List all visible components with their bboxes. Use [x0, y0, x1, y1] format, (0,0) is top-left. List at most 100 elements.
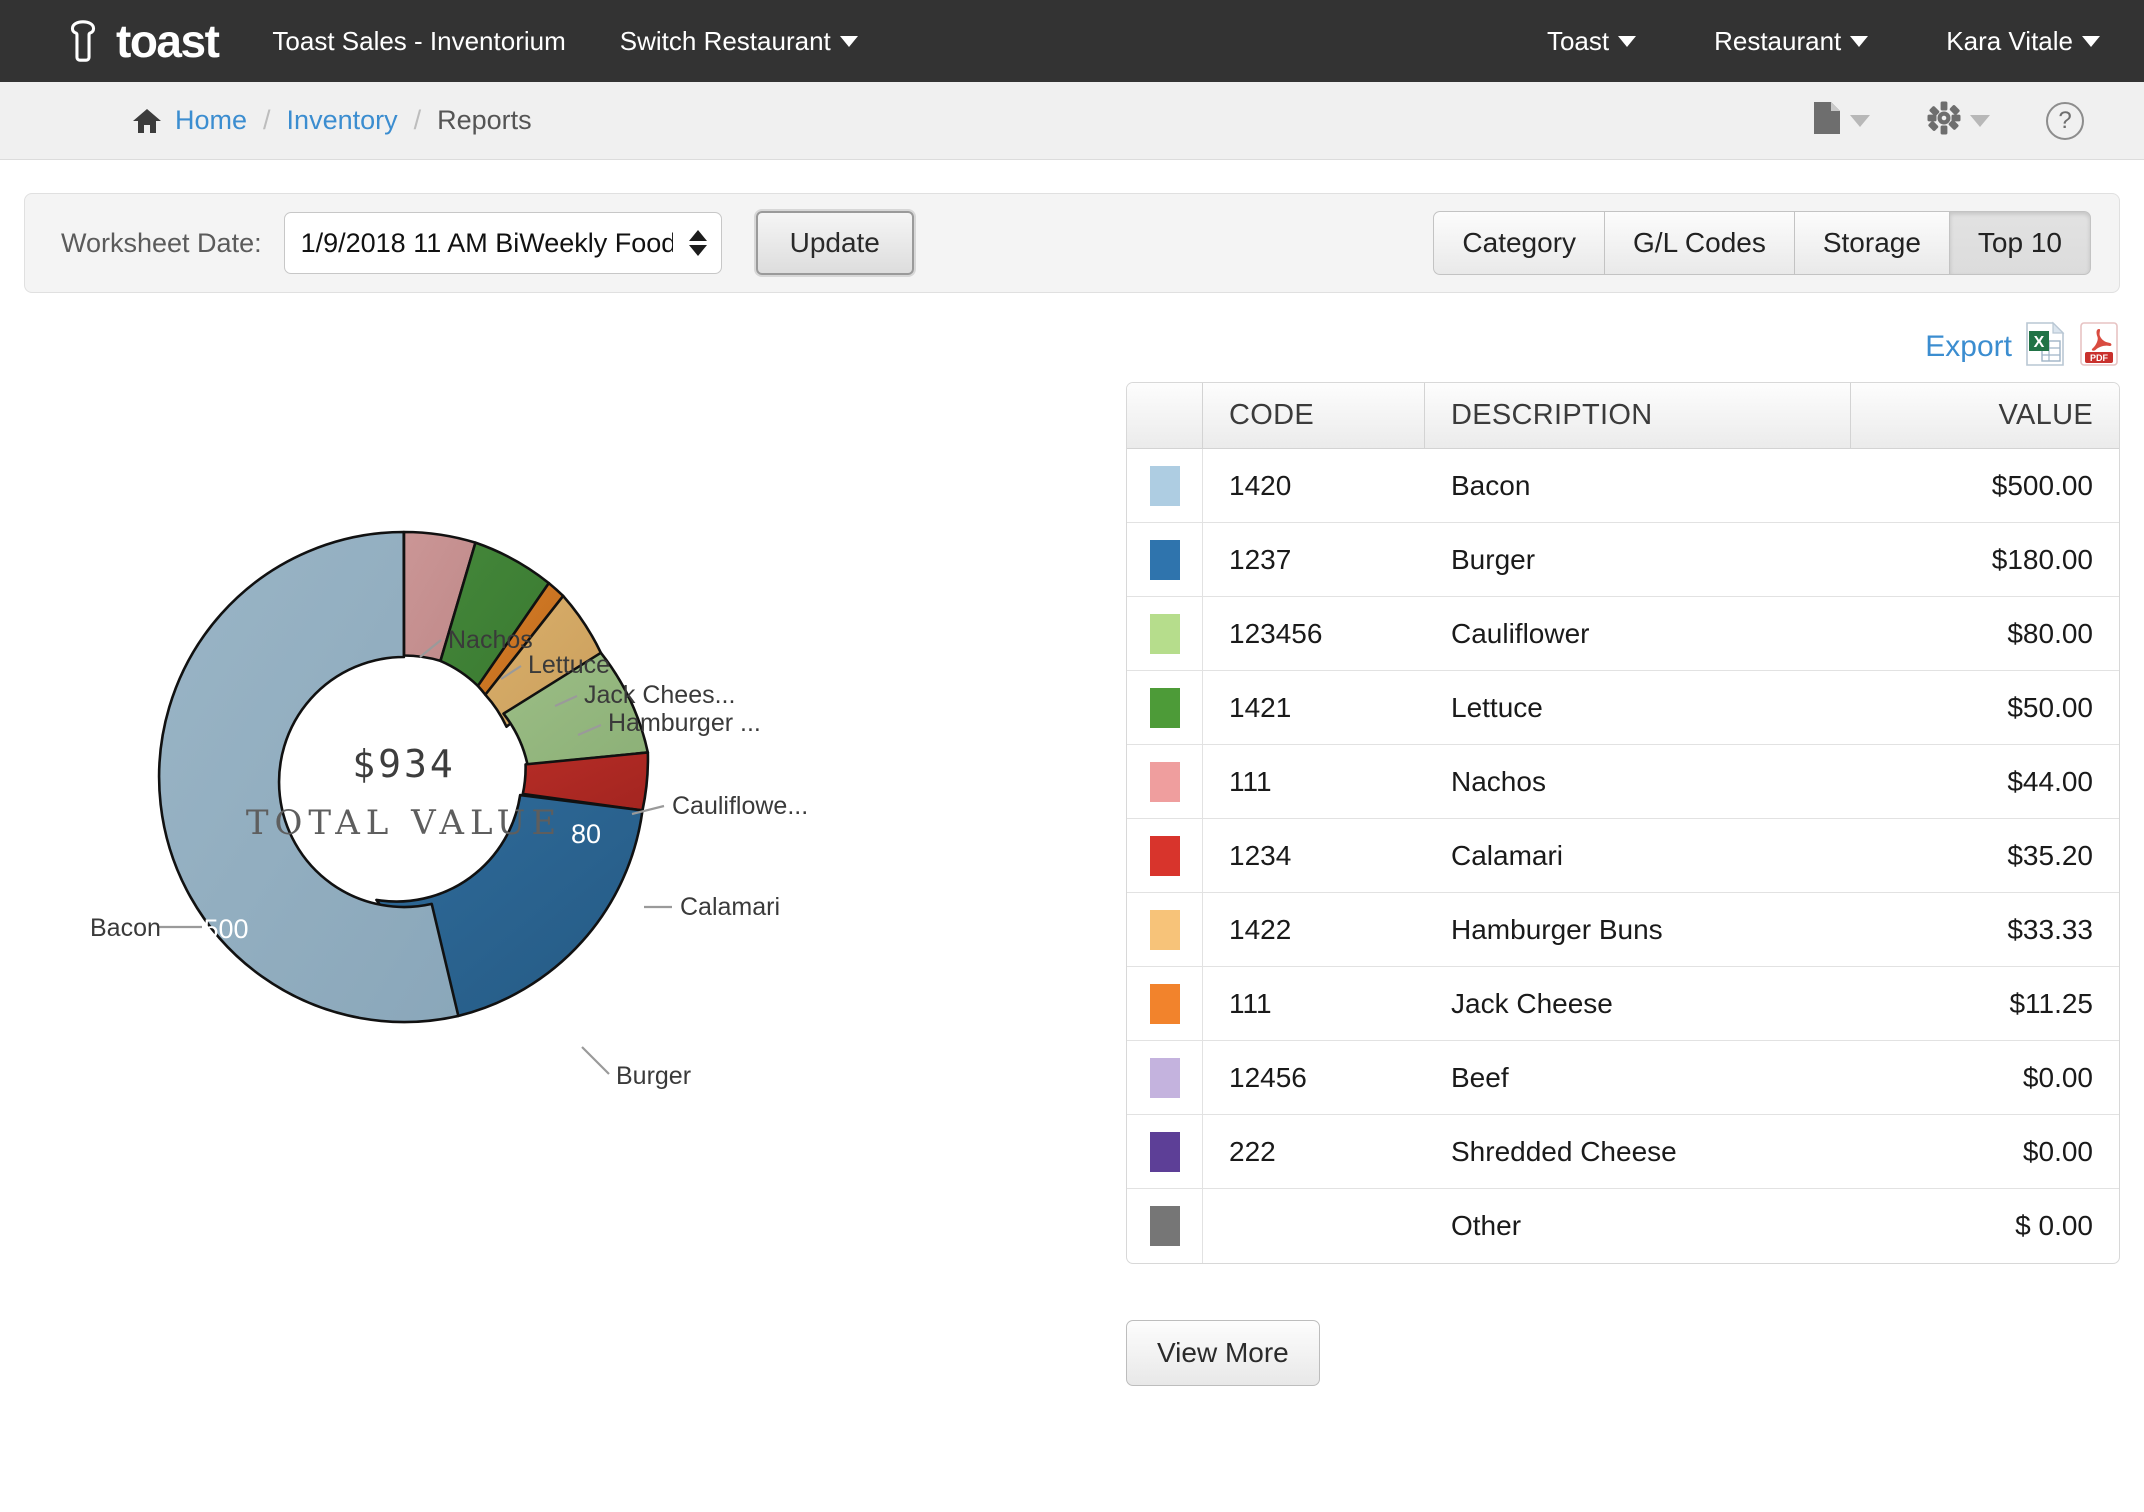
row-color-cell — [1127, 1189, 1203, 1263]
color-swatch — [1149, 1206, 1180, 1246]
row-value: $50.00 — [2007, 691, 2093, 723]
table-row[interactable]: 123456 Cauliflower $80.00 — [1127, 597, 2119, 671]
color-swatch — [1149, 983, 1180, 1024]
row-code: 111 — [1229, 765, 1272, 797]
question-mark-icon[interactable]: ? — [2046, 101, 2084, 140]
table-row[interactable]: 111 Jack Cheese $11.25 — [1127, 967, 2119, 1041]
slice-value-bacon: 500 — [203, 914, 248, 944]
slice-value-lettuce: 50 — [479, 722, 509, 752]
row-color-cell — [1127, 893, 1203, 966]
svg-text:PDF: PDF — [2090, 353, 2109, 363]
table-row[interactable]: 1237 Burger $180.00 — [1127, 523, 2119, 597]
top-nav-right-group: Toast Restaurant Kara Vitale — [1469, 26, 2100, 57]
label-nachos: Nachos — [448, 626, 533, 654]
breadcrumb-home[interactable]: Home — [175, 105, 247, 136]
settings-menu[interactable] — [1926, 100, 1990, 141]
breadcrumb-tools: ? — [1812, 100, 2084, 141]
row-value: $35.20 — [2007, 839, 2093, 871]
restaurant-name: Toast Sales - Inventorium — [272, 26, 565, 57]
export-row: Export X PDF — [0, 293, 2144, 372]
document-menu[interactable] — [1812, 100, 1870, 141]
row-color-cell — [1127, 449, 1203, 522]
export-label[interactable]: Export — [1925, 330, 2012, 364]
header-value: VALUE — [1998, 399, 2093, 431]
row-code: 222 — [1229, 1135, 1276, 1167]
row-value: $33.33 — [2007, 913, 2093, 945]
row-value: $44.00 — [2007, 765, 2093, 797]
row-description: Lettuce — [1451, 691, 1543, 723]
row-description: Shredded Cheese — [1451, 1135, 1677, 1167]
row-color-cell — [1127, 745, 1203, 818]
row-color-cell — [1127, 523, 1203, 596]
chevron-down-icon — [1970, 114, 1990, 127]
row-description: Other — [1451, 1210, 1522, 1241]
home-icon[interactable] — [132, 107, 162, 135]
slice-value-cauliflower: 80 — [571, 819, 601, 849]
row-value: $ 0.00 — [2015, 1210, 2093, 1241]
row-value: $500.00 — [1991, 469, 2093, 501]
color-swatch — [1149, 539, 1180, 580]
chevron-down-icon — [839, 35, 858, 47]
worksheet-date-label: Worksheet Date: — [61, 227, 262, 258]
menu-user-account[interactable]: Kara Vitale — [1946, 26, 2100, 57]
breadcrumb-separator: / — [413, 105, 422, 135]
label-bacon: Bacon — [90, 914, 161, 942]
table-row[interactable]: 1421 Lettuce $50.00 — [1127, 671, 2119, 745]
breadcrumb: Home / Inventory / Reports — [132, 105, 532, 136]
table-row[interactable]: 1422 Hamburger Buns $33.33 — [1127, 893, 2119, 967]
label-cauliflower: Cauliflowe... — [672, 792, 808, 820]
table-row[interactable]: 222 Shredded Cheese $0.00 — [1127, 1115, 2119, 1189]
row-code — [1203, 1189, 1425, 1263]
tab-storage[interactable]: Storage — [1793, 211, 1949, 275]
color-swatch — [1149, 761, 1180, 802]
color-swatch — [1149, 835, 1180, 876]
row-color-cell — [1127, 819, 1203, 892]
tab-gl-codes[interactable]: G/L Codes — [1604, 211, 1794, 275]
breadcrumb-separator: / — [263, 105, 271, 135]
row-code: 1420 — [1229, 469, 1292, 501]
top-items-table: CODE DESCRIPTION VALUE 1420 Bacon $500.0… — [1126, 382, 2120, 1264]
header-description: DESCRIPTION — [1425, 383, 1851, 448]
row-color-cell — [1127, 671, 1203, 744]
worksheet-date-select[interactable]: 1/9/2018 11 AM BiWeekly Food — [283, 212, 722, 274]
table-row[interactable]: Other $ 0.00 — [1127, 1189, 2119, 1263]
table-row[interactable]: 111 Nachos $44.00 — [1127, 745, 2119, 819]
filter-bar: Worksheet Date: 1/9/2018 11 AM BiWeekly … — [24, 193, 2120, 293]
row-code: 1234 — [1229, 839, 1292, 871]
toast-logo[interactable]: toast — [60, 18, 220, 64]
update-button[interactable]: Update — [755, 211, 914, 275]
pdf-export-icon[interactable]: PDF — [2078, 321, 2120, 372]
switch-restaurant-menu[interactable]: Switch Restaurant — [620, 26, 858, 57]
menu-toast-label: Toast — [1546, 25, 1610, 56]
row-description: Bacon — [1451, 469, 1531, 501]
row-value: $0.00 — [2022, 1061, 2093, 1093]
color-swatch — [1149, 687, 1180, 728]
chevron-down-icon — [2082, 35, 2100, 47]
tab-category[interactable]: Category — [1433, 211, 1605, 275]
row-description: Hamburger Buns — [1451, 913, 1663, 945]
table-row[interactable]: 12456 Beef $0.00 — [1127, 1041, 2119, 1115]
row-code: 1237 — [1229, 543, 1292, 575]
row-description: Jack Cheese — [1451, 987, 1613, 1019]
main-content: 44 50 80 180 500 $934 TOTAL VALUE Nachos… — [0, 372, 2144, 1386]
inventory-value-donut-chart: 44 50 80 180 500 $934 TOTAL VALUE Nachos… — [24, 382, 1114, 1182]
worksheet-date-value: 1/9/2018 11 AM BiWeekly Food — [300, 227, 673, 258]
color-swatch — [1149, 613, 1180, 654]
donut-center-amount: $934 — [352, 742, 456, 786]
menu-restaurant-label: Restaurant — [1714, 25, 1842, 56]
breadcrumb-bar: Home / Inventory / Reports ? — [0, 82, 2144, 160]
row-color-cell — [1127, 597, 1203, 670]
breadcrumb-inventory[interactable]: Inventory — [287, 105, 398, 136]
table-row[interactable]: 1234 Calamari $35.20 — [1127, 819, 2119, 893]
table-row[interactable]: 1420 Bacon $500.00 — [1127, 449, 2119, 523]
excel-export-icon[interactable]: X — [2024, 321, 2066, 372]
tab-top-10[interactable]: Top 10 — [1948, 211, 2091, 275]
view-more-button[interactable]: View More — [1126, 1320, 1320, 1386]
menu-restaurant[interactable]: Restaurant — [1714, 25, 1869, 57]
toast-bread-icon — [60, 18, 106, 64]
label-jack-cheese: Jack Chees... — [584, 681, 735, 709]
label-calamari: Calamari — [680, 893, 780, 921]
menu-toast[interactable]: Toast — [1546, 25, 1637, 57]
document-icon — [1812, 100, 1842, 141]
report-view-tabs: Category G/L Codes Storage Top 10 — [1433, 211, 2091, 275]
